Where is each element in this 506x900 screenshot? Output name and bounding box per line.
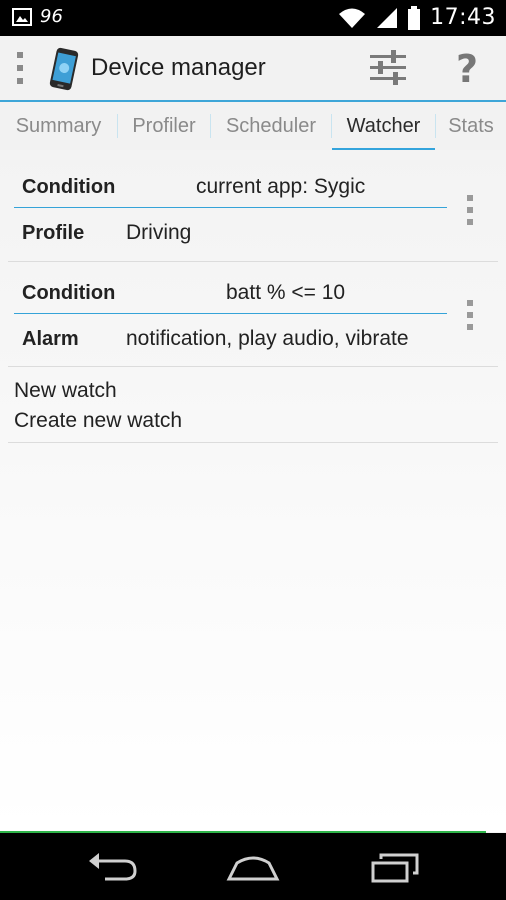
status-96-label: 96 [40,6,63,27]
action-bar: Device manager ? [0,36,506,100]
signal-icon [377,7,398,28]
status-time: 17:43 [430,5,496,30]
alarm-label: Alarm [22,328,79,350]
profile-label: Profile [22,222,85,244]
condition-label: Condition [22,282,116,304]
wifi-icon [339,8,366,28]
home-icon[interactable] [223,849,283,885]
back-icon[interactable] [83,849,143,885]
tab-summary[interactable]: Summary [0,102,117,150]
image-notification-icon [12,7,32,26]
sliders-settings-icon[interactable] [368,50,408,86]
drawer-overflow-icon[interactable] [16,52,24,84]
battery-icon [408,5,421,30]
watch-item[interactable]: Condition batt % <= 10 Alarm notificatio… [8,262,498,367]
tab-profiler[interactable]: Profiler [118,102,210,150]
item-menu-icon[interactable] [466,195,474,225]
new-watch-item[interactable]: New watch Create new watch [8,367,498,443]
navigation-bar [0,833,506,900]
condition-divider [14,313,447,314]
condition-label: Condition [22,176,116,198]
watch-list: Condition current app: Sygic Profile Dri… [0,150,506,832]
profile-value: Driving [126,221,192,244]
tab-strip: Summary Profiler Scheduler Watcher Stats [0,100,506,151]
tab-scheduler[interactable]: Scheduler [211,102,331,150]
condition-value: current app: Sygic [196,175,366,198]
alarm-value: notification, play audio, vibrate [126,327,409,350]
item-menu-icon[interactable] [466,300,474,330]
new-watch-title: New watch [14,379,117,402]
watch-item[interactable]: Condition current app: Sygic Profile Dri… [8,161,498,262]
condition-value: batt % <= 10 [226,281,346,304]
status-bar: 96 17:43 [0,0,506,36]
new-watch-subtitle: Create new watch [14,409,183,432]
page-title: Device manager [91,54,266,81]
tab-stats[interactable]: Stats [436,102,506,150]
app-phone-icon[interactable] [44,46,84,92]
help-icon[interactable]: ? [452,44,482,94]
recent-apps-icon[interactable] [365,849,425,885]
condition-divider [14,207,447,208]
tab-watcher[interactable]: Watcher [332,102,435,150]
